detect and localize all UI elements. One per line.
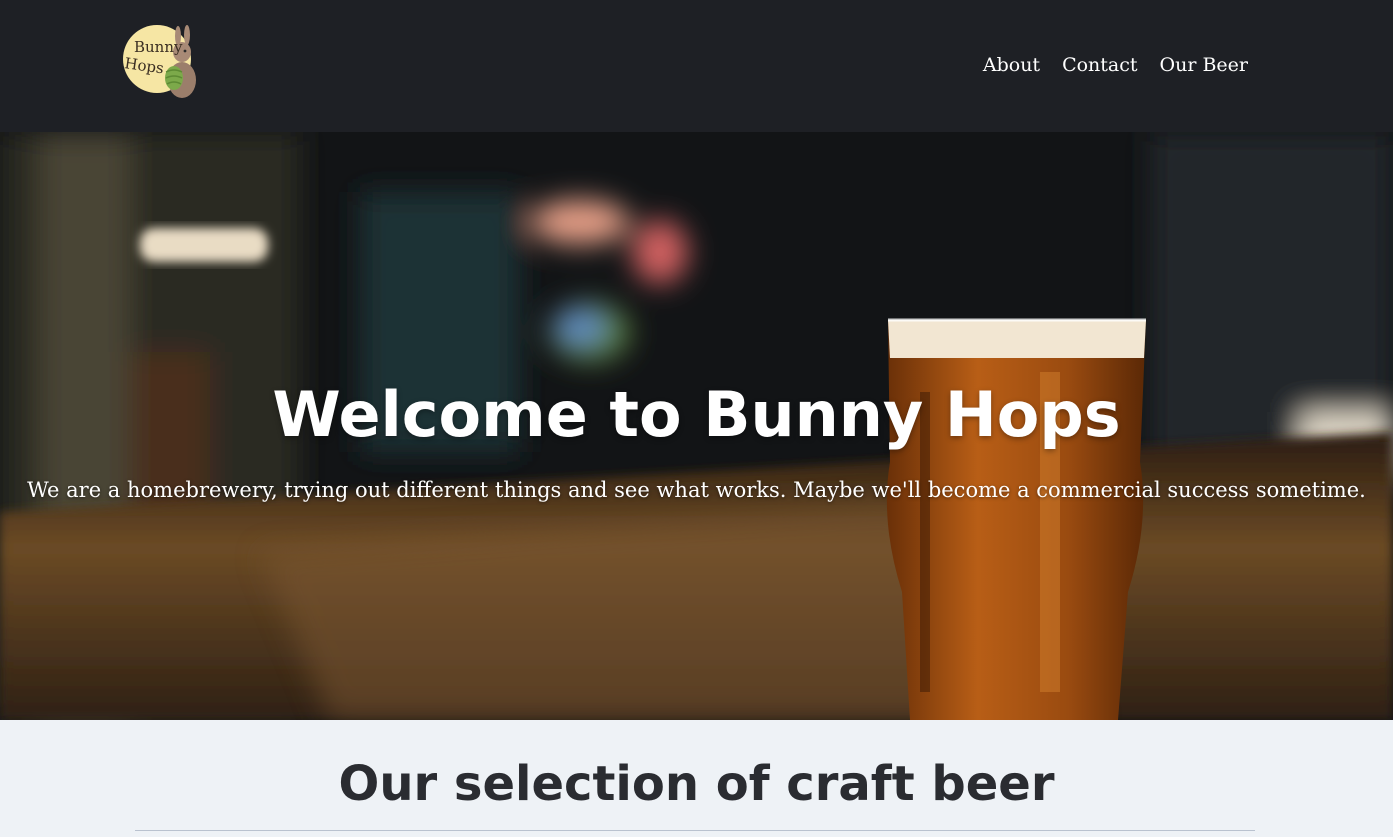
- section-divider: [135, 830, 1255, 831]
- main-nav: About Contact Our Beer: [983, 52, 1248, 78]
- nav-contact-link[interactable]: Contact: [1062, 52, 1137, 78]
- nav-about-link[interactable]: About: [983, 52, 1040, 78]
- site-header: Bunny Hops About Contact Our Beer: [0, 0, 1393, 132]
- section-title: Our selection of craft beer: [338, 756, 1055, 812]
- nav-our-beer-link[interactable]: Our Beer: [1160, 52, 1248, 78]
- logo-text-line1: Bunny: [134, 38, 183, 56]
- beer-selection-section: Our selection of craft beer: [0, 720, 1393, 837]
- hero-banner: Welcome to Bunny Hops We are a homebrewe…: [0, 132, 1393, 720]
- hero-subtitle: We are a homebrewery, trying out differe…: [27, 478, 1366, 502]
- logo-image: Bunny Hops: [123, 25, 196, 98]
- hero-title: Welcome to Bunny Hops: [272, 378, 1121, 451]
- bunny-hops-logo[interactable]: Bunny Hops: [118, 22, 208, 106]
